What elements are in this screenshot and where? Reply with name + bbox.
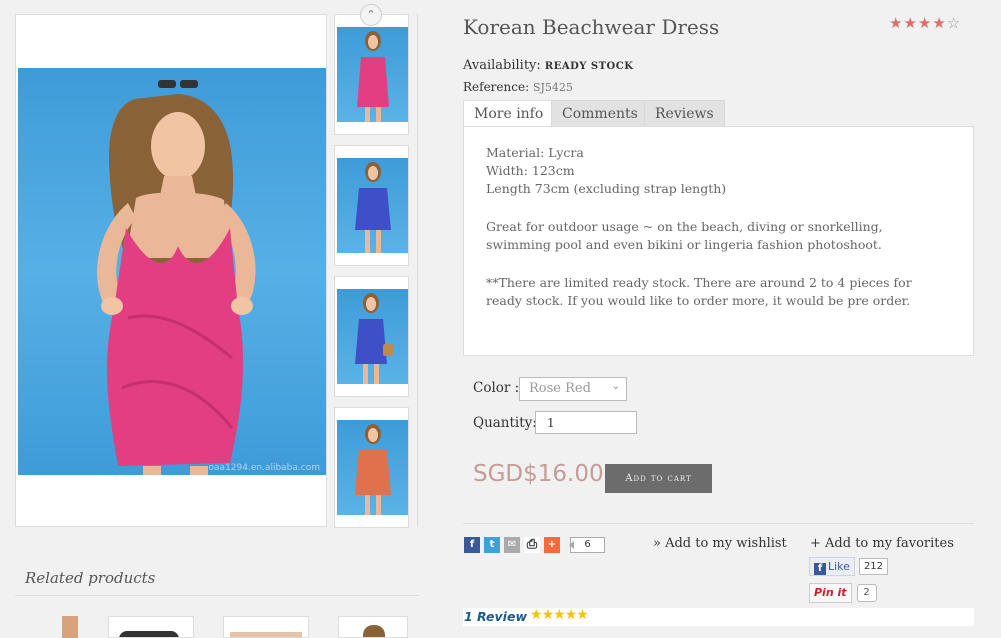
related-product-thumb[interactable] — [108, 616, 194, 638]
review-stars: ★★★★★ — [530, 607, 589, 623]
color-selected-value: Rose Red — [529, 381, 591, 396]
review-summary: 1 Review ★★★★★ — [463, 607, 974, 626]
star-filled-icon: ★ — [553, 607, 566, 623]
thumbnail-photo — [337, 158, 408, 253]
chevron-down-icon: ⌄ — [611, 381, 620, 392]
column-divider — [417, 14, 418, 527]
facebook-like-widget: f Like 212 — [809, 557, 889, 576]
thumb-model-blue — [355, 162, 391, 253]
star-filled-icon: ★ — [903, 14, 918, 32]
image-watermark: oaa1294.en.alibaba.com — [208, 463, 320, 473]
star-empty-icon: ☆ — [946, 14, 962, 32]
color-select[interactable]: Rose Red ⌄ — [519, 377, 627, 401]
thumbnail-2-blue-dress[interactable] — [334, 145, 409, 266]
star-filled-icon: ★ — [932, 14, 947, 32]
chevron-up-icon: ⌃ — [366, 8, 376, 21]
spec-list: Material: Lycra Width: 123cm Length 73cm… — [486, 144, 951, 198]
thumbnail-photo — [337, 420, 408, 515]
print-icon[interactable]: ⎙ — [524, 537, 540, 553]
thumb-model-blue-bag — [355, 293, 393, 384]
pin-count: 2 — [856, 584, 877, 602]
main-product-photo[interactable]: oaa1294.en.alibaba.com — [18, 68, 326, 475]
product-price: SGD$16.00 — [473, 461, 604, 487]
star-filled-icon: ★ — [576, 607, 589, 623]
description-usage: Great for outdoor usage ~ on the beach, … — [486, 219, 883, 252]
thumbnail-3-blue-dress-bag[interactable] — [334, 276, 409, 397]
tab-reviews[interactable]: Reviews — [644, 100, 725, 127]
main-product-image-frame[interactable]: oaa1294.en.alibaba.com — [15, 14, 327, 527]
star-filled-icon: ★ — [564, 607, 578, 623]
thumbnail-strip: ⌃ — [334, 4, 409, 529]
related-product-partial[interactable] — [62, 616, 78, 638]
product-rating: ★★★★☆ — [889, 14, 961, 32]
reference: Reference: SJ5425 — [463, 80, 573, 94]
facebook-icon: f — [814, 563, 826, 575]
reference-value: SJ5425 — [532, 81, 573, 94]
availability-label: Availability: — [463, 58, 541, 73]
thumbnail-photo — [337, 27, 408, 122]
add-to-wishlist-link[interactable]: » Add to my wishlist — [653, 536, 787, 551]
description-stock-note: **There are limited ready stock. There a… — [486, 275, 912, 308]
facebook-like-count: 212 — [858, 558, 889, 575]
thumbnail-scroll-up-button[interactable]: ⌃ — [360, 4, 382, 26]
color-label: Color : — [473, 380, 520, 396]
email-icon[interactable]: ✉ — [504, 537, 520, 553]
share-count: 6 — [569, 537, 605, 553]
thumb-model-pink — [357, 31, 389, 122]
model-pink-dress-illustration — [97, 80, 256, 475]
related-product-thumb[interactable] — [338, 616, 408, 638]
related-products-heading: Related products — [25, 569, 156, 587]
add-to-cart-button[interactable]: Add to cart — [605, 464, 712, 493]
quantity-label: Quantity: — [473, 415, 537, 431]
tab-more-info[interactable]: More info — [463, 100, 555, 128]
availability-value: READY STOCK — [544, 61, 634, 72]
review-count-link[interactable]: 1 Review — [464, 609, 527, 624]
thumb-model-orange — [355, 424, 391, 515]
star-filled-icon: ★ — [917, 14, 933, 32]
facebook-like-button[interactable]: f Like — [809, 557, 855, 576]
addthis-plus-icon[interactable]: + — [544, 537, 560, 553]
star-filled-icon: ★ — [889, 14, 904, 32]
spec-material: Material: Lycra — [486, 145, 584, 160]
quantity-input[interactable]: 1 — [535, 411, 637, 434]
pin-it-button[interactable]: Pin it — [809, 583, 852, 603]
thumbnail-1-pink-dress[interactable] — [334, 14, 409, 135]
related-products-divider — [15, 595, 419, 596]
reference-label: Reference: — [463, 80, 530, 94]
tab-comments[interactable]: Comments — [551, 100, 649, 127]
facebook-icon[interactable]: f — [464, 537, 480, 553]
availability: Availability: READY STOCK — [463, 58, 633, 73]
spec-length: Length 73cm (excluding strap length) — [486, 181, 727, 196]
thumbnail-4-orange-dress[interactable] — [334, 407, 409, 528]
product-title: Korean Beachwear Dress — [463, 15, 720, 39]
thumbnail-photo — [337, 289, 408, 384]
pinterest-widget: Pin it 2 — [809, 583, 877, 603]
spec-width: Width: 123cm — [486, 163, 575, 178]
related-product-thumb[interactable] — [223, 616, 309, 638]
more-info-panel: Material: Lycra Width: 123cm Length 73cm… — [463, 126, 974, 356]
actions-divider — [463, 523, 974, 524]
twitter-icon[interactable]: t — [484, 537, 500, 553]
star-filled-icon: ★ — [541, 607, 555, 623]
facebook-like-label: Like — [828, 560, 850, 573]
star-filled-icon: ★ — [530, 607, 543, 623]
add-to-favorites-link[interactable]: + Add to my favorites — [810, 536, 954, 551]
share-toolbar: f t ✉ ⎙ + 6 — [464, 536, 605, 554]
